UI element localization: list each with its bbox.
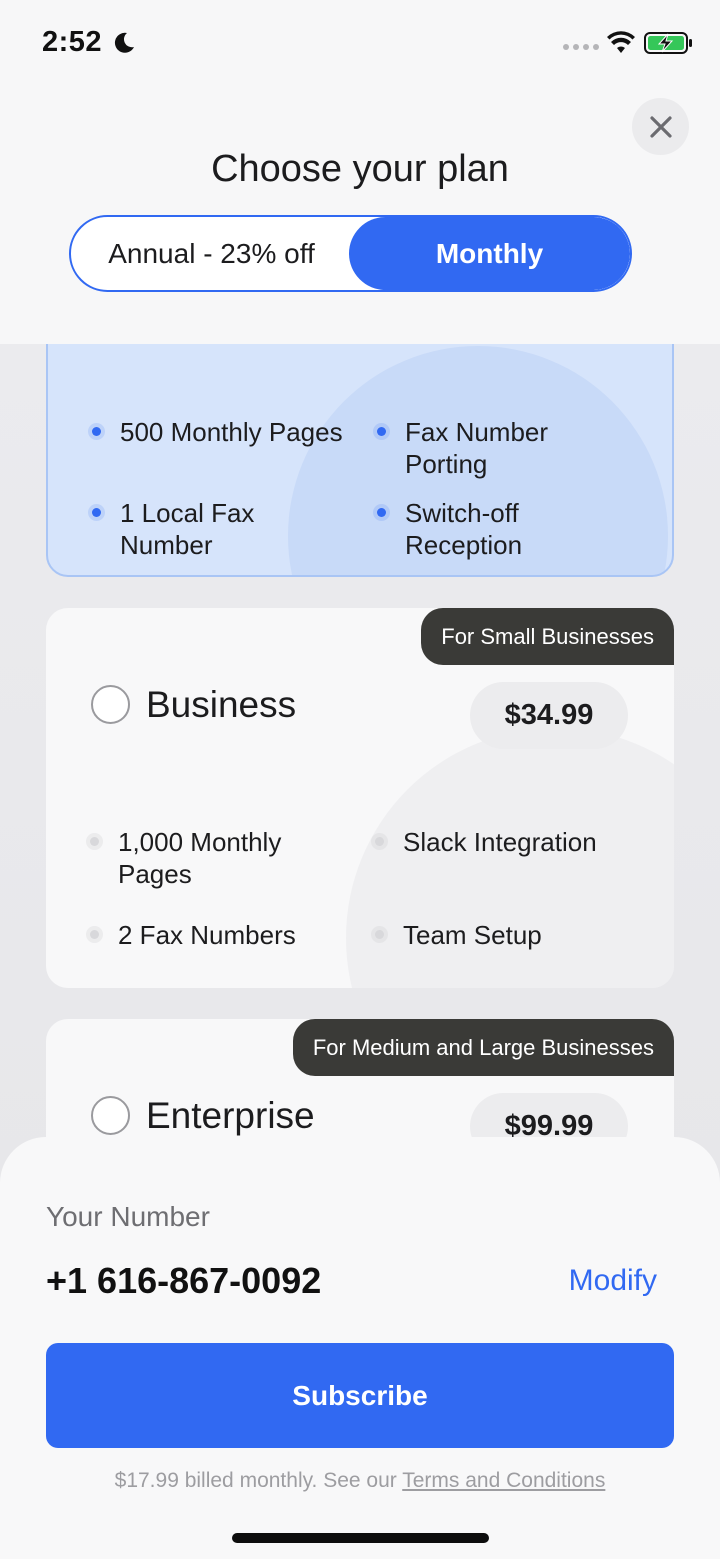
signal-dots-icon [563,44,599,50]
your-number-label: Your Number [46,1201,210,1232]
plan-name: Enterprise [146,1095,315,1136]
wifi-icon [607,31,635,53]
feature-item: Switch-off Reception [405,498,523,560]
billing-period-toggle: Annual - 23% off Monthly [69,215,632,292]
close-button[interactable] [632,98,689,155]
feature-item: 1 Local Fax Number [120,498,255,560]
bullet-icon [375,837,384,846]
plan-tag: For Small Businesses [421,608,674,665]
bullet-icon [92,508,101,517]
bullet-icon [377,508,386,517]
plan-card-selected[interactable]: 500 Monthly Pages Fax Number Porting 1 L… [46,344,674,577]
home-indicator [232,1533,489,1543]
plan-name: Business [146,684,297,725]
bullet-icon [377,427,386,436]
battery-charging-icon [644,32,692,54]
feature-item: 500 Monthly Pages [120,417,343,447]
bullet-icon [375,930,384,939]
subscribe-button[interactable]: Subscribe [46,1343,674,1448]
plan-radio-business[interactable] [91,685,130,724]
plan-header: Choose your plan Annual - 23% off Monthl… [0,88,720,344]
plan-tag: For Medium and Large Businesses [292,1019,674,1076]
toggle-annual[interactable]: Annual - 23% off [71,217,352,290]
bullet-icon [92,427,101,436]
plan-radio-enterprise[interactable] [91,1096,130,1135]
feature-item: 2 Fax Numbers [118,920,296,950]
feature-item: Fax Number Porting [405,417,549,479]
phone-number: +1 616-867-0092 [46,1260,322,1301]
subscribe-sheet: Your Number +1 616-867-0092 Modify Subsc… [0,1137,720,1559]
toggle-monthly[interactable]: Monthly [349,217,630,290]
feature-item: 1,000 Monthly Pages [118,827,282,889]
plan-card-business[interactable]: For Small Businesses Business $34.99 1,0… [46,608,674,988]
billing-text: $17.99 billed monthly. See our [114,1469,403,1492]
billing-note: $17.99 billed monthly. See our Terms and… [0,1469,720,1493]
modify-link[interactable]: Modify [569,1264,657,1298]
plan-list[interactable]: 500 Monthly Pages Fax Number Porting 1 L… [0,344,720,1194]
feature-item: Slack Integration [403,827,597,857]
moon-icon [114,32,134,53]
status-bar: 2:52 [0,0,720,88]
plan-price: $34.99 [470,682,628,749]
terms-link[interactable]: Terms and Conditions [402,1469,605,1492]
close-icon [649,115,672,138]
status-time: 2:52 [42,26,103,58]
page-title: Choose your plan [211,148,509,190]
bullet-icon [90,837,99,846]
feature-item: Team Setup [403,920,542,950]
bullet-icon [90,930,99,939]
